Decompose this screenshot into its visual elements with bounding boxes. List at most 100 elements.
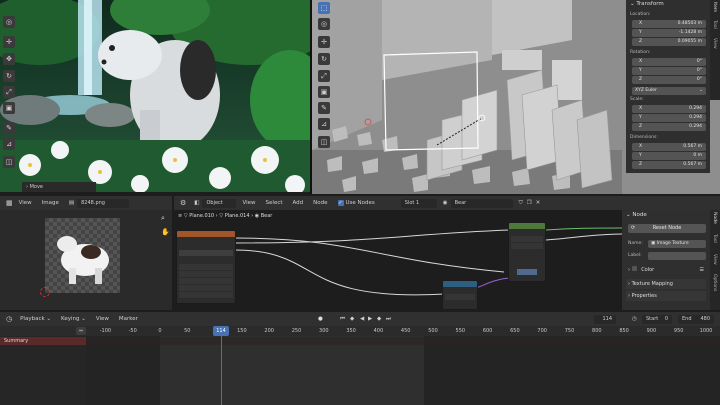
select-box-tool-button[interactable]: ⬚ bbox=[318, 2, 330, 14]
uv-cursor-icon[interactable] bbox=[40, 287, 50, 297]
location-z-field[interactable]: Z 0.09055 m bbox=[632, 38, 706, 46]
pan-hand-icon[interactable]: ✋ bbox=[161, 228, 170, 236]
bsdf-node[interactable] bbox=[508, 222, 546, 282]
menu-view-node[interactable]: View bbox=[242, 200, 255, 206]
menu-marker[interactable]: Marker bbox=[119, 316, 138, 322]
rotate-tool-button-2[interactable]: ↻ bbox=[318, 53, 330, 65]
unlink-material-icon[interactable]: ✕ bbox=[536, 200, 541, 206]
record-button[interactable]: ● bbox=[318, 316, 323, 322]
scale-y-field[interactable]: Y 0.294 bbox=[632, 114, 706, 122]
rotation-mode-select[interactable]: XYZ Euler ⌄ bbox=[632, 87, 706, 95]
summary-channel[interactable]: Summary bbox=[0, 337, 86, 345]
rotation-z-field[interactable]: Z 0° bbox=[632, 76, 706, 84]
timeline-type-icon[interactable]: ◷ bbox=[6, 315, 12, 323]
node-label-field[interactable] bbox=[648, 252, 706, 260]
slot-select[interactable]: Slot 1 bbox=[400, 198, 437, 208]
tab-node-view[interactable]: View bbox=[712, 254, 717, 265]
dimensions-z-field[interactable]: Z 0.567 m bbox=[632, 161, 706, 169]
tab-options[interactable]: Options bbox=[712, 274, 717, 291]
add-cube-tool-button[interactable]: ◫ bbox=[3, 156, 15, 168]
add-cube-tool-button-2[interactable]: ◫ bbox=[318, 136, 330, 148]
menu-image[interactable]: Image bbox=[42, 200, 59, 206]
tab-node[interactable]: Node bbox=[712, 212, 717, 224]
node-editor-type-icon[interactable]: ⚙ bbox=[180, 199, 186, 207]
image-name-field[interactable]: 8248.png bbox=[77, 198, 130, 208]
cursor-tool-button[interactable]: ✛ bbox=[3, 36, 15, 48]
scale-tool-button-2[interactable]: ⤢ bbox=[318, 70, 330, 82]
duplicate-material-icon[interactable]: ❐ bbox=[527, 200, 532, 206]
vector-node[interactable] bbox=[442, 280, 478, 310]
tab-view[interactable]: View bbox=[712, 38, 717, 49]
measure-tool-button[interactable]: ⊿ bbox=[3, 138, 15, 150]
next-key-icon[interactable]: ◆ bbox=[377, 316, 381, 322]
tab-tool[interactable]: Tool bbox=[712, 20, 717, 29]
node-panel-title[interactable]: ⌄ Node bbox=[626, 211, 647, 219]
end-field[interactable]: End 480 bbox=[678, 314, 714, 324]
list-icon[interactable]: ☰ bbox=[700, 266, 704, 275]
measure-tool-button-2[interactable]: ⊿ bbox=[318, 118, 330, 130]
texture-mapping-subpanel[interactable]: › Texture Mapping bbox=[626, 279, 706, 289]
jump-end-icon[interactable]: ⏭ bbox=[386, 316, 391, 323]
zoom-icon[interactable]: ⌕ bbox=[161, 214, 165, 223]
rotation-y-field[interactable]: Y 0° bbox=[632, 67, 706, 75]
play-reverse-icon[interactable]: ◀ bbox=[360, 316, 364, 322]
annotate-tool-button[interactable]: ✎ bbox=[3, 122, 15, 134]
play-icon[interactable]: ▶ bbox=[368, 316, 372, 322]
rotation-x-field[interactable]: X 0° bbox=[632, 58, 706, 66]
annotate-tool-button-2[interactable]: ✎ bbox=[318, 102, 330, 114]
location-y-field[interactable]: Y -1.1428 m bbox=[632, 29, 706, 37]
playhead-frame-badge[interactable]: 114 bbox=[213, 326, 229, 336]
use-nodes-checkbox[interactable]: ✓ bbox=[337, 200, 344, 206]
menu-node[interactable]: Node bbox=[313, 200, 327, 206]
dimensions-y-field[interactable]: Y 0 m bbox=[632, 152, 706, 160]
jump-start-icon[interactable]: ⏮ bbox=[340, 316, 345, 323]
scale-tool-button[interactable]: ⤢ bbox=[3, 86, 15, 98]
shader-type-select[interactable]: Object bbox=[202, 198, 237, 208]
move-tool-button[interactable]: ✥ bbox=[3, 53, 15, 65]
playhead[interactable] bbox=[221, 326, 222, 405]
fake-user-icon[interactable]: ⛉ bbox=[519, 200, 523, 207]
image-texture-node[interactable] bbox=[176, 230, 236, 304]
ruler-tick-label: 800 bbox=[592, 328, 602, 334]
image-browse-icon[interactable]: ▤ bbox=[69, 200, 74, 206]
tab-item[interactable]: Item bbox=[712, 2, 717, 12]
object-mode-icon[interactable]: ◧ bbox=[194, 200, 199, 206]
node-image-field[interactable] bbox=[179, 250, 233, 256]
menu-view-timeline[interactable]: View bbox=[96, 316, 109, 322]
tab-node-tool[interactable]: Tool bbox=[712, 234, 717, 243]
timeline-keyframe-area[interactable] bbox=[86, 336, 720, 405]
rotate-tool-button[interactable]: ↻ bbox=[3, 70, 15, 82]
menu-keying[interactable]: Keying ⌄ bbox=[61, 316, 86, 322]
image-editor-type-icon[interactable]: ▦ bbox=[6, 199, 13, 207]
viewport-render[interactable]: ◎ ✛ ✥ ↻ ⤢ ▣ ✎ ⊿ ◫ › Move bbox=[0, 0, 310, 192]
node-name-field[interactable]: ▣ Image Texture bbox=[648, 240, 706, 248]
move-tool-button-2[interactable]: ✛ bbox=[318, 36, 330, 48]
menu-add[interactable]: Add bbox=[293, 200, 304, 206]
image-editor-canvas[interactable]: ⌕ ✋ bbox=[0, 210, 172, 310]
color-checkbox[interactable] bbox=[631, 266, 637, 271]
color-subpanel[interactable]: › Color ☰ bbox=[628, 266, 706, 275]
scale-z-field[interactable]: Z 0.294 bbox=[632, 123, 706, 131]
location-x-field[interactable]: X 0.48503 m bbox=[632, 20, 706, 28]
cursor-tool-button-2[interactable]: ◎ bbox=[318, 18, 330, 30]
select-tool-button[interactable]: ◎ bbox=[3, 16, 15, 28]
dimensions-x-field[interactable]: X 0.567 m bbox=[632, 143, 706, 151]
start-field[interactable]: Start 0 bbox=[642, 314, 672, 324]
current-frame-field[interactable]: 114 bbox=[594, 314, 616, 324]
transform-panel-title[interactable]: ⌄ Transform bbox=[630, 0, 664, 8]
node-editor-canvas[interactable]: ≡ ▽ Plane.010 › ▽ Plane.014 › ◉ Bear bbox=[174, 210, 622, 310]
scale-x-field[interactable]: X 0.294 bbox=[632, 105, 706, 113]
timeline-ruler[interactable]: -100 -50 0 50 150 200 250 300 350 400 450 500 550 600… bbox=[0, 326, 720, 336]
menu-select[interactable]: Select bbox=[266, 200, 283, 206]
menu-view-image[interactable]: View bbox=[19, 200, 32, 206]
transform-tool-button[interactable]: ▣ bbox=[3, 102, 15, 114]
prev-key-icon[interactable]: ◆ bbox=[350, 316, 354, 322]
material-icon[interactable]: ◉ bbox=[443, 200, 448, 206]
preview-range-icon[interactable]: ◷ bbox=[632, 316, 637, 322]
properties-subpanel[interactable]: › Properties bbox=[626, 291, 706, 301]
reset-node-button[interactable]: ⟳ Reset Node bbox=[628, 224, 706, 233]
timeline-view-toggle-icon[interactable]: ⇔ bbox=[76, 327, 86, 335]
material-name-field[interactable]: Bear bbox=[450, 198, 513, 208]
transform-tool-button-2[interactable]: ▣ bbox=[318, 86, 330, 98]
menu-playback[interactable]: Playback ⌄ bbox=[20, 316, 51, 322]
